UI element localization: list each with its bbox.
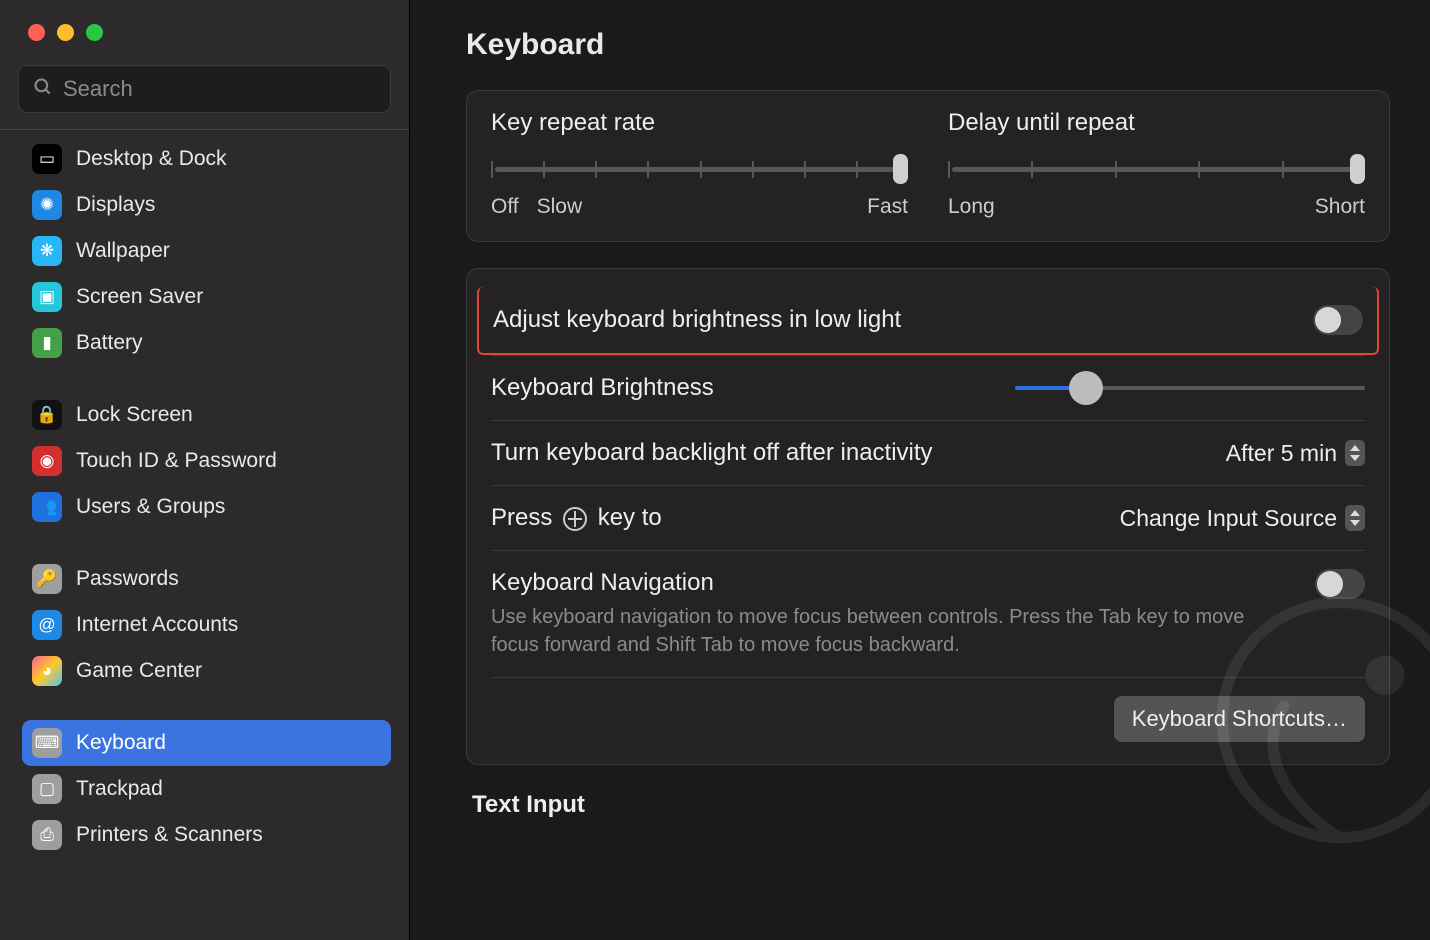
fullscreen-window-button[interactable] [86,24,103,41]
key-repeat-rate-group: Key repeat rate Off [491,109,908,219]
slider-thumb[interactable] [1350,154,1365,184]
keyboard-shortcuts-button[interactable]: Keyboard Shortcuts… [1114,696,1365,742]
internet-accounts-icon: @ [32,610,62,640]
touch-id-password-icon: ◉ [32,446,62,476]
displays-icon: ✺ [32,190,62,220]
trackpad-icon: ▢ [32,774,62,804]
sidebar-list: ▭ Desktop & Dock ✺ Displays ❋ Wallpaper ▣ Scree… [0,136,409,940]
key-repeat-rate-label: Key repeat rate [491,109,908,137]
sidebar: ▭ Desktop & Dock ✺ Displays ❋ Wallpaper ▣ Scree… [0,0,410,940]
globe-icon [563,507,587,531]
sidebar-item-label: Keyboard [76,731,166,755]
passwords-icon: 🔑 [32,564,62,594]
sidebar-item-label: Passwords [76,567,179,591]
keyboard-navigation-label: Keyboard Navigation [491,569,1315,597]
auto-brightness-row: Adjust keyboard brightness in low light [477,287,1379,355]
sidebar-item-label: Wallpaper [76,239,170,263]
lock-screen-icon: 🔒 [32,400,62,430]
sidebar-item-internet-accounts[interactable]: @ Internet Accounts [22,602,391,648]
screen-saver-icon: ▣ [32,282,62,312]
sidebar-item-screen-saver[interactable]: ▣ Screen Saver [22,274,391,320]
backlight-off-row: Turn keyboard backlight off after inacti… [491,420,1365,485]
keyboard-navigation-desc: Use keyboard navigation to move focus be… [491,603,1251,659]
slider-thumb[interactable] [893,154,908,184]
key-repeat-rate-slider[interactable] [491,157,908,185]
globe-key-select[interactable]: Change Input Source [1120,505,1365,532]
shortcuts-button-row: Keyboard Shortcuts… [491,677,1365,742]
delay-until-repeat-slider[interactable] [948,157,1365,185]
sidebar-item-label: Touch ID & Password [76,449,277,473]
page-title: Keyboard [466,28,1390,62]
sidebar-item-keyboard[interactable]: ⌨ Keyboard [22,720,391,766]
keyboard-brightness-row: Keyboard Brightness [491,355,1365,420]
search-box[interactable] [18,65,391,113]
desktop-dock-icon: ▭ [32,144,62,174]
sidebar-item-wallpaper[interactable]: ❋ Wallpaper [22,228,391,274]
divider [0,129,409,130]
stepper-icon [1345,505,1365,531]
search-input[interactable] [63,76,376,102]
sidebar-item-passwords[interactable]: 🔑 Passwords [22,556,391,602]
sidebar-item-label: Battery [76,331,143,355]
sidebar-item-game-center[interactable]: ◕ Game Center [22,648,391,694]
sidebar-item-label: Screen Saver [76,285,203,309]
backlight-off-select[interactable]: After 5 min [1226,440,1365,467]
keyboard-brightness-label: Keyboard Brightness [491,374,1015,402]
delay-until-repeat-labels: Long Short [948,195,1365,219]
keyboard-navigation-toggle[interactable] [1315,569,1365,599]
sidebar-item-label: Lock Screen [76,403,193,427]
delay-until-repeat-label: Delay until repeat [948,109,1365,137]
users-groups-icon: 👥 [32,492,62,522]
globe-key-label: Press key to [491,504,1120,532]
sidebar-item-label: Game Center [76,659,202,683]
keyboard-settings-section: Adjust keyboard brightness in low light … [466,268,1390,765]
text-input-heading: Text Input [472,791,1390,819]
minimize-window-button[interactable] [57,24,74,41]
backlight-off-label: Turn keyboard backlight off after inacti… [491,439,1226,467]
auto-brightness-label: Adjust keyboard brightness in low light [493,306,1313,334]
sidebar-item-touch-id-password[interactable]: ◉ Touch ID & Password [22,438,391,484]
keyboard-brightness-slider[interactable] [1015,379,1365,397]
sidebar-item-printers-scanners[interactable]: ⎙ Printers & Scanners [22,812,391,858]
auto-brightness-toggle[interactable] [1313,305,1363,335]
key-repeat-section: Key repeat rate Off [466,90,1390,242]
sidebar-item-label: Printers & Scanners [76,823,263,847]
search-icon [33,77,53,101]
wallpaper-icon: ❋ [32,236,62,266]
sidebar-item-displays[interactable]: ✺ Displays [22,182,391,228]
keyboard-navigation-row: Keyboard Navigation Use keyboard navigat… [491,550,1365,677]
printers-scanners-icon: ⎙ [32,820,62,850]
key-repeat-rate-labels: Off Slow Fast [491,195,908,219]
globe-key-row: Press key to Change Input Source [491,485,1365,550]
sidebar-item-label: Desktop & Dock [76,147,227,171]
sidebar-item-label: Users & Groups [76,495,225,519]
game-center-icon: ◕ [32,656,62,686]
sidebar-item-battery[interactable]: ▮ Battery [22,320,391,366]
stepper-icon [1345,440,1365,466]
content-pane: Keyboard Key repeat rate [410,0,1430,940]
sidebar-item-label: Displays [76,193,155,217]
sidebar-item-lock-screen[interactable]: 🔒 Lock Screen [22,392,391,438]
slider-knob[interactable] [1069,371,1103,405]
sidebar-item-desktop-dock[interactable]: ▭ Desktop & Dock [22,136,391,182]
window-controls [0,0,409,65]
keyboard-icon: ⌨ [32,728,62,758]
delay-until-repeat-group: Delay until repeat Long Short [948,109,1365,219]
battery-icon: ▮ [32,328,62,358]
sidebar-item-label: Internet Accounts [76,613,238,637]
close-window-button[interactable] [28,24,45,41]
sidebar-item-users-groups[interactable]: 👥 Users & Groups [22,484,391,530]
sidebar-item-trackpad[interactable]: ▢ Trackpad [22,766,391,812]
sidebar-item-label: Trackpad [76,777,163,801]
